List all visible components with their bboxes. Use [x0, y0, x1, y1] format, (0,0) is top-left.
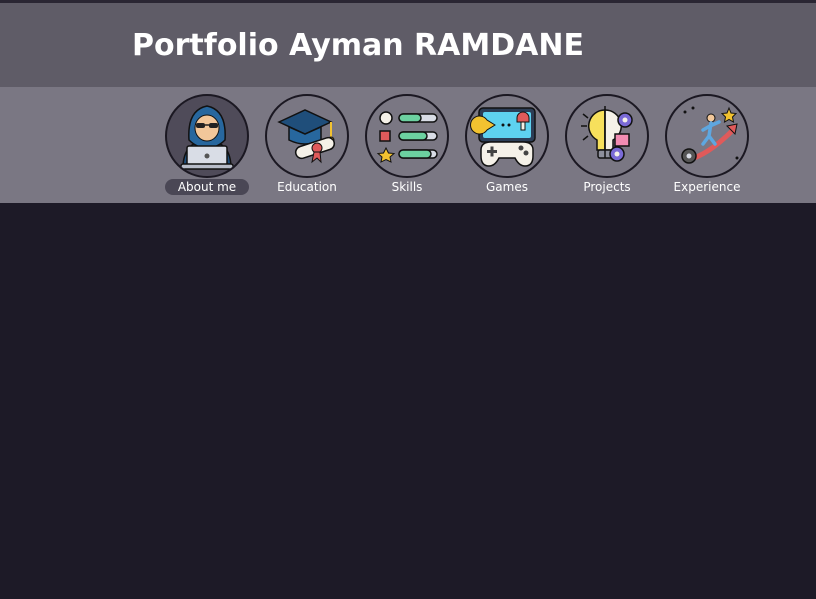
nav-item-education[interactable]: Education — [265, 94, 349, 198]
page-title: Portfolio Ayman RAMDANE — [132, 27, 584, 63]
nav-item-experience[interactable]: Experience — [665, 94, 749, 198]
nav-label-games: Games — [486, 180, 528, 194]
lightbulb-gears-icon — [565, 94, 649, 178]
nav-label-experience: Experience — [673, 180, 741, 194]
climbing-growth-icon — [665, 94, 749, 178]
hacker-laptop-icon — [165, 94, 249, 178]
nav-label-projects: Projects — [583, 180, 631, 194]
nav-label-education: Education — [277, 180, 337, 194]
skills-bars-icon — [365, 94, 449, 178]
nav-item-games[interactable]: Games — [465, 94, 549, 198]
nav-item-projects[interactable]: Projects — [565, 94, 649, 198]
nav-label-skills: Skills — [391, 180, 423, 194]
header: Portfolio Ayman RAMDANE — [0, 3, 816, 87]
gamepad-screen-icon — [465, 94, 549, 178]
nav-item-skills[interactable]: Skills — [365, 94, 449, 198]
nav-label-about-me: About me — [165, 179, 249, 195]
graduation-cap-diploma-icon — [265, 94, 349, 178]
nav-item-about-me[interactable]: About me — [165, 94, 249, 198]
nav-bar: About me Education Skills Games Projects… — [0, 87, 816, 203]
